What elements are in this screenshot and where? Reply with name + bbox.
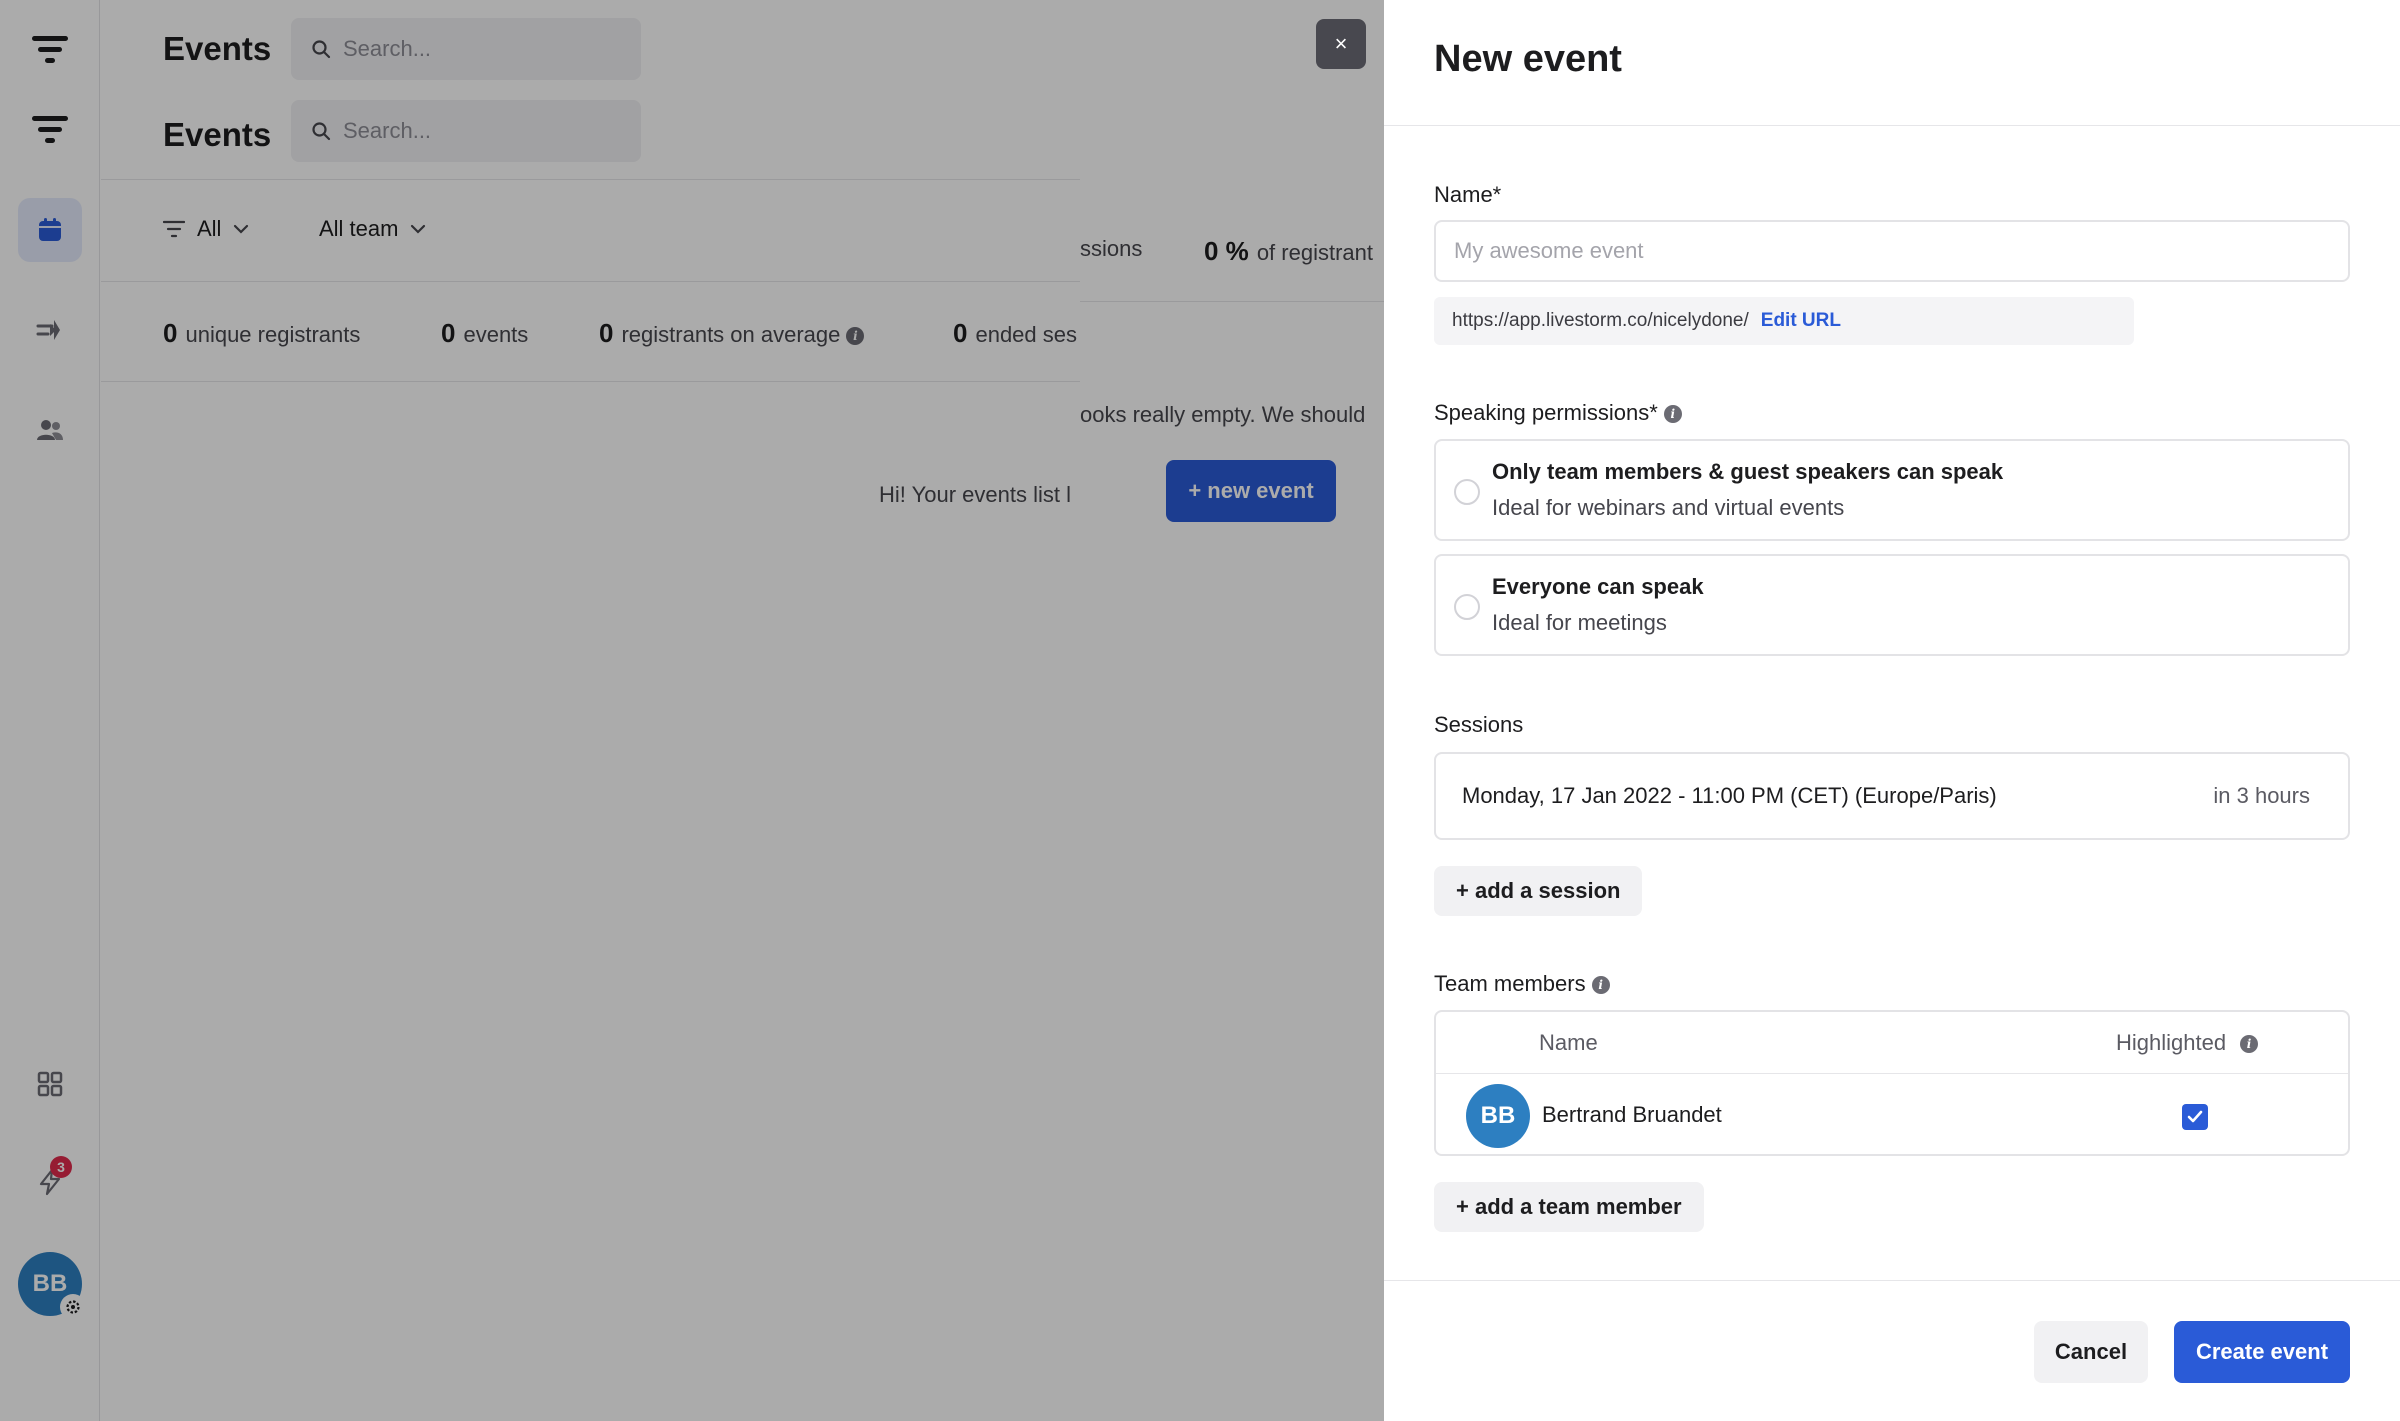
close-button[interactable]: × (1316, 19, 1366, 69)
column-header-highlighted: Highlighted i (2116, 1030, 2259, 1056)
avatar: BB (1466, 1084, 1530, 1148)
team-members-table: Name Highlighted i BB Bertrand Bruandet (1434, 1010, 2350, 1156)
event-url: https://app.livestorm.co/nicelydone/ Edi… (1434, 297, 2134, 345)
option-description: Ideal for meetings (1492, 610, 1667, 635)
team-members-label: Team members i (1434, 971, 1610, 997)
close-icon: × (1334, 31, 1348, 56)
table-header: Name Highlighted i (1436, 1012, 2348, 1074)
drawer-header: New event (1384, 0, 2400, 126)
edit-url-link[interactable]: Edit URL (1761, 310, 1841, 332)
column-header-highlighted-text: Highlighted (2116, 1030, 2227, 1055)
team-members-text: Team members (1434, 971, 1586, 996)
new-event-drawer: New event Name* https://app.livestorm.co… (1384, 0, 2400, 1421)
drawer-footer: Cancel Create event (1384, 1280, 2400, 1421)
speaking-permissions-text: Speaking permissions* (1434, 400, 1658, 425)
highlighted-checkbox[interactable] (2182, 1104, 2208, 1130)
event-url-text: https://app.livestorm.co/nicelydone/ (1452, 310, 1749, 331)
column-header-name: Name (1539, 1030, 1598, 1055)
radio-button[interactable] (1454, 594, 1480, 620)
add-team-member-button[interactable]: + add a team member (1434, 1182, 1704, 1232)
speaking-option-everyone[interactable]: Everyone can speak Ideal for meetings (1434, 554, 2350, 656)
speaking-option-team-only[interactable]: Only team members & guest speakers can s… (1434, 439, 2350, 541)
info-icon[interactable]: i (1591, 976, 1610, 995)
event-name-input[interactable] (1434, 220, 2350, 282)
option-title: Everyone can speak (1492, 574, 1704, 599)
option-title: Only team members & guest speakers can s… (1492, 459, 2004, 484)
modal-backdrop[interactable] (0, 0, 1384, 1421)
sessions-label: Sessions (1434, 712, 1524, 737)
member-name: Bertrand Bruandet (1542, 1102, 1722, 1127)
drawer-title: New event (1434, 38, 1622, 80)
table-row: BB Bertrand Bruandet (1436, 1074, 2348, 1156)
session-date: Monday, 17 Jan 2022 - 11:00 PM (CET) (Eu… (1462, 783, 1997, 808)
info-icon[interactable]: i (2240, 1035, 2259, 1054)
info-icon[interactable]: i (1663, 405, 1682, 424)
name-label: Name* (1434, 182, 1502, 207)
check-icon (2187, 1110, 2203, 1123)
session-item[interactable]: Monday, 17 Jan 2022 - 11:00 PM (CET) (Eu… (1434, 752, 2350, 840)
radio-button[interactable] (1454, 479, 1480, 505)
cancel-button[interactable]: Cancel (2034, 1321, 2148, 1383)
add-session-button[interactable]: + add a session (1434, 866, 1643, 916)
session-relative-time: in 3 hours (2213, 783, 2310, 808)
speaking-permissions-label: Speaking permissions* i (1434, 400, 1682, 426)
create-event-button[interactable]: Create event (2174, 1321, 2350, 1383)
option-description: Ideal for webinars and virtual events (1492, 495, 1845, 520)
